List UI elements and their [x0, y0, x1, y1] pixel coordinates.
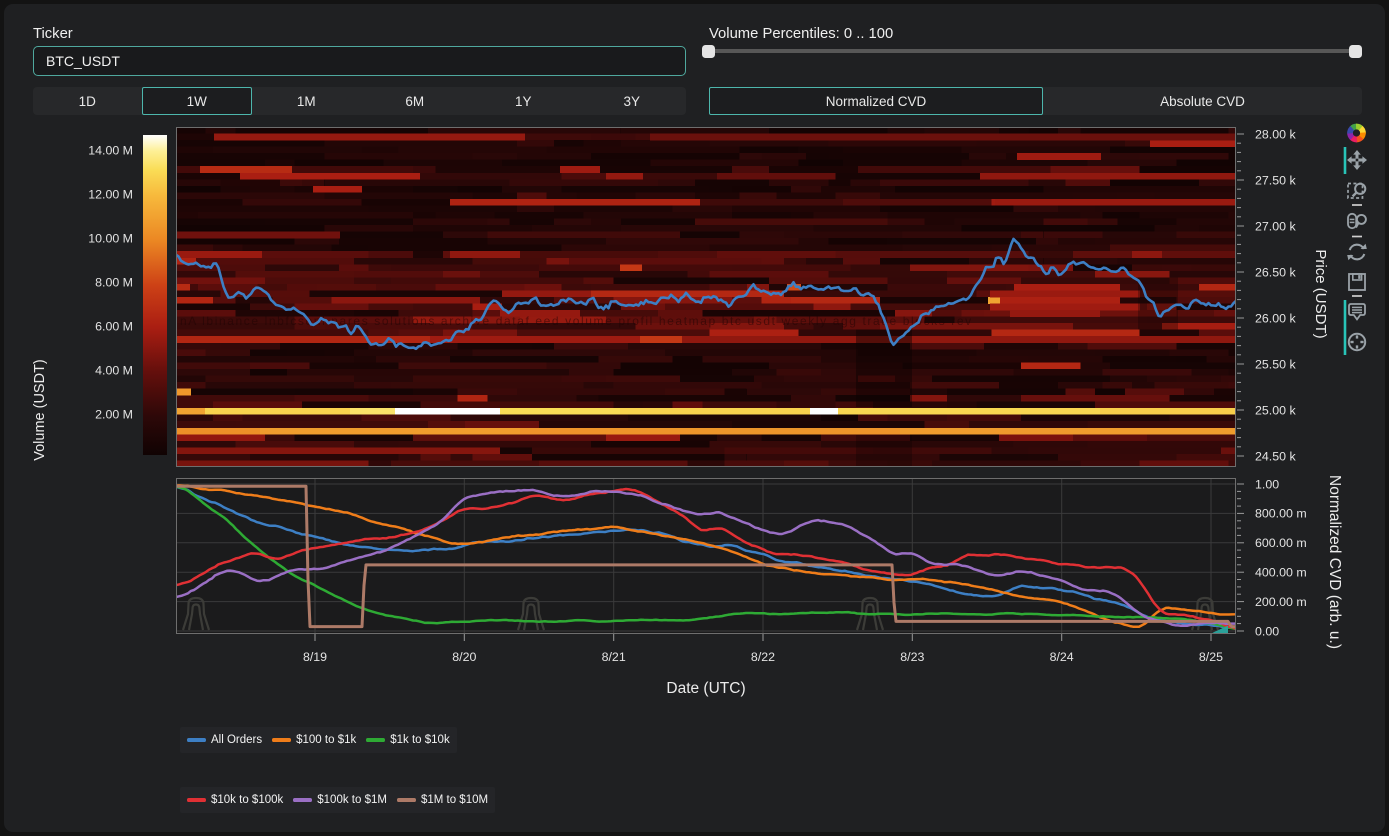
svg-text:6.00 M: 6.00 M: [95, 319, 133, 333]
svg-text:24.50 k: 24.50 k: [1255, 449, 1296, 463]
svg-text:Normalized CVD (arb. u.): Normalized CVD (arb. u.): [1326, 475, 1343, 649]
svg-text:600.00 m: 600.00 m: [1255, 536, 1307, 550]
svg-text:Volume (USDT): Volume (USDT): [32, 359, 48, 461]
svg-text:25.50 k: 25.50 k: [1255, 357, 1296, 371]
svg-text:1.00: 1.00: [1255, 477, 1279, 491]
svg-text:8/22: 8/22: [751, 650, 775, 664]
svg-text:8/23: 8/23: [900, 650, 924, 664]
svg-text:27.00 k: 27.00 k: [1255, 219, 1296, 233]
svg-text:14.00 M: 14.00 M: [88, 143, 133, 157]
svg-text:200.00 m: 200.00 m: [1255, 595, 1307, 609]
svg-text:28.00 k: 28.00 k: [1255, 127, 1296, 141]
svg-text:8/24: 8/24: [1050, 650, 1074, 664]
svg-text:25.00 k: 25.00 k: [1255, 403, 1296, 417]
svg-text:400.00 m: 400.00 m: [1255, 566, 1307, 580]
svg-text:27.50 k: 27.50 k: [1255, 173, 1296, 187]
svg-text:8.00 M: 8.00 M: [95, 275, 133, 289]
svg-text:10.00 M: 10.00 M: [88, 231, 133, 245]
svg-text:Date (UTC): Date (UTC): [666, 680, 745, 697]
svg-text:8/21: 8/21: [602, 650, 626, 664]
svg-text:Price (USDT): Price (USDT): [1312, 249, 1329, 338]
svg-text:12.00 M: 12.00 M: [88, 187, 133, 201]
svg-text:8/20: 8/20: [452, 650, 476, 664]
svg-text:0.00: 0.00: [1255, 624, 1279, 638]
svg-text:2.00 M: 2.00 M: [95, 407, 133, 421]
svg-text:26.50 k: 26.50 k: [1255, 265, 1296, 279]
svg-text:nA lbinance lnbfcsonl nares so: nA lbinance lnbfcsonl nares solutions ar…: [180, 314, 973, 328]
svg-text:8/25: 8/25: [1199, 650, 1223, 664]
svg-text:26.00 k: 26.00 k: [1255, 311, 1296, 325]
svg-text:8/19: 8/19: [303, 650, 327, 664]
svg-text:800.00 m: 800.00 m: [1255, 507, 1307, 521]
svg-text:4.00 M: 4.00 M: [95, 363, 133, 377]
